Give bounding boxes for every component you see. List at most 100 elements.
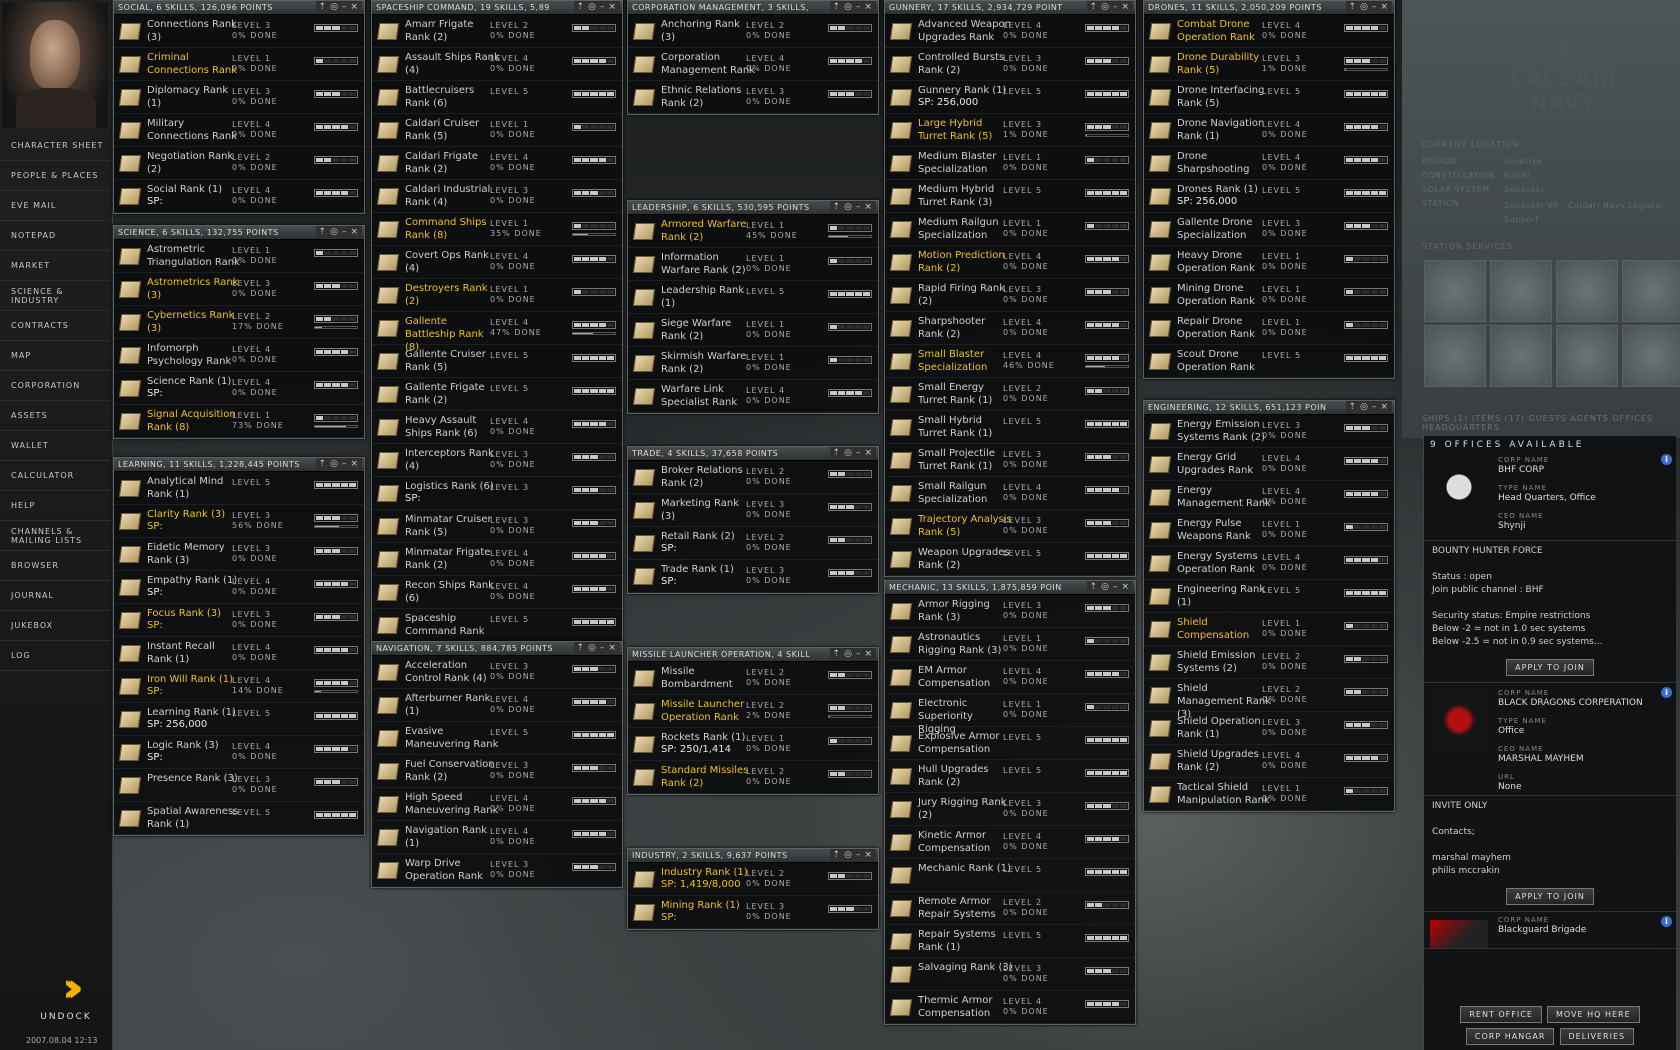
- close-icon[interactable]: ×: [864, 202, 876, 212]
- nav-item-corporation[interactable]: Corporation: [0, 371, 110, 401]
- pin-icon[interactable]: ⇡: [833, 448, 845, 458]
- skill-row[interactable]: Negotiation Rank (2) LEVEL 2 0% DONE: [114, 147, 364, 180]
- skill-row[interactable]: Small Projectile Turret Rank (1) LEVEL 30…: [885, 444, 1135, 477]
- window-title-bar[interactable]: GUNNERY, 17 SKILLS, 2,934,729 POINT ⇡◎–×: [885, 1, 1135, 15]
- close-icon[interactable]: ×: [1121, 2, 1133, 12]
- skill-row[interactable]: Warp Drive Operation Rank LEVEL 3 0% DONE: [372, 854, 622, 887]
- pin-icon[interactable]: ⇡: [1349, 2, 1361, 12]
- clone-service-icon[interactable]: [1490, 325, 1552, 387]
- pin-icon[interactable]: ⇡: [1090, 2, 1102, 12]
- window-title-bar[interactable]: CORPORATION MANAGEMENT, 3 SKILLS, ⇡◎–×: [628, 1, 878, 15]
- skill-row[interactable]: Trajectory Analysis Rank (5) LEVEL 3 0% DO…: [885, 510, 1135, 543]
- skill-row[interactable]: Acceleration Control Rank (4) LEVEL 3 0% D…: [372, 656, 622, 689]
- skill-row[interactable]: Destroyers Rank (2) LEVEL 1 0% DONE: [372, 279, 622, 312]
- nav-item-calculator[interactable]: Calculator: [0, 461, 110, 491]
- close-icon[interactable]: ×: [608, 2, 620, 12]
- apply-to-join-button[interactable]: APPLY TO JOIN: [1506, 888, 1594, 905]
- skill-row[interactable]: High Speed Maneuvering Rank LEVEL 4 0% DON…: [372, 788, 622, 821]
- close-icon[interactable]: ×: [864, 448, 876, 458]
- skill-row[interactable]: Energy Emission Systems Rank (2) LEVEL 30…: [1144, 415, 1394, 448]
- pin-icon[interactable]: ⇡: [319, 227, 331, 237]
- window-title-bar[interactable]: SPACESHIP COMMAND, 19 SKILLS, 5,89 ⇡◎–×: [372, 1, 622, 15]
- info-icon[interactable]: i: [1661, 454, 1672, 465]
- skill-row[interactable]: Criminal Connections Rank LEVEL 1 0% DONE: [114, 48, 364, 81]
- settings-icon[interactable]: ◎: [844, 448, 856, 458]
- character-portrait[interactable]: [2, 2, 108, 128]
- constellation-value[interactable]: Koichi: [1504, 171, 1531, 180]
- close-icon[interactable]: ×: [1121, 582, 1133, 592]
- skill-row[interactable]: Skirmish Warfare Rank (2) LEVEL 1 0% DONE: [628, 347, 878, 380]
- settings-icon[interactable]: ◎: [844, 2, 856, 12]
- nav-item-help[interactable]: Help: [0, 491, 110, 521]
- close-icon[interactable]: ×: [1380, 402, 1392, 412]
- skill-row[interactable]: Energy Systems Operation Rank LEVEL 4 0% D…: [1144, 547, 1394, 580]
- skill-row[interactable]: Minmatar Frigate Rank (2) LEVEL 4 0% DONE: [372, 543, 622, 576]
- skill-row[interactable]: Focus Rank (3) SP: LEVEL 3 0% DONE: [114, 604, 364, 637]
- skill-row[interactable]: Large Hybrid Turret Rank (5) LEVEL 3 1% DO…: [885, 114, 1135, 147]
- skill-row[interactable]: Scout Drone Operation Rank LEVEL 5: [1144, 345, 1394, 378]
- skill-row[interactable]: Energy Pulse Weapons Rank LEVEL 1 0% DONE: [1144, 514, 1394, 547]
- close-icon[interactable]: ×: [608, 643, 620, 653]
- skill-row[interactable]: Signal Acquisition Rank (8) LEVEL 1 73% DO…: [114, 405, 364, 438]
- insurance-service-icon[interactable]: [1556, 325, 1618, 387]
- nav-item-market[interactable]: Market: [0, 251, 110, 281]
- skill-row[interactable]: Shield Upgrades Rank (2) LEVEL 4 0% DONE: [1144, 745, 1394, 778]
- station-value[interactable]: Sobaseki VII - Caldari Navy Logistic Sup…: [1504, 199, 1674, 227]
- nav-item-notepad[interactable]: Notepad: [0, 221, 110, 251]
- nav-item-channels-mailing-lists[interactable]: Channels & Mailing Lists: [0, 521, 110, 551]
- station-tabs[interactable]: SHIPS (1) ITEMS (17) GUESTS AGENTS OFFIC…: [1422, 414, 1680, 432]
- skill-row[interactable]: Recon Ships Rank (6) LEVEL 4 0% DONE: [372, 576, 622, 609]
- skill-row[interactable]: Empathy Rank (1) SP: LEVEL 4 0% DONE: [114, 571, 364, 604]
- close-icon[interactable]: ×: [1380, 2, 1392, 12]
- pin-icon[interactable]: ⇡: [319, 2, 331, 12]
- settings-icon[interactable]: ◎: [844, 649, 856, 659]
- settings-icon[interactable]: ◎: [1360, 2, 1372, 12]
- skill-row[interactable]: Battlecruisers Rank (6) LEVEL 5: [372, 81, 622, 114]
- medical-service-icon[interactable]: [1622, 325, 1680, 387]
- skill-row[interactable]: Medium Hybrid Turret Rank (3) LEVEL 5: [885, 180, 1135, 213]
- skill-row[interactable]: Drones Rank (1) SP: 256,000 LEVEL 5: [1144, 180, 1394, 213]
- skill-row[interactable]: Evasive Maneuvering Rank LEVEL 5: [372, 722, 622, 755]
- skill-row[interactable]: Afterburner Rank (1) LEVEL 4 0% DONE: [372, 689, 622, 722]
- pin-icon[interactable]: ⇡: [319, 459, 331, 469]
- skill-row[interactable]: Military Connections Rank LEVEL 4 0% DONE: [114, 114, 364, 147]
- pin-icon[interactable]: ⇡: [577, 2, 589, 12]
- pin-icon[interactable]: ⇡: [833, 850, 845, 860]
- window-title-bar[interactable]: SOCIAL, 6 SKILLS, 126,096 POINTS ⇡◎–×: [114, 1, 364, 15]
- settings-icon[interactable]: ◎: [588, 2, 600, 12]
- nav-item-map[interactable]: Map: [0, 341, 110, 371]
- nav-item-browser[interactable]: Browser: [0, 551, 110, 581]
- skill-row[interactable]: Retail Rank (2) SP: LEVEL 2 0% DONE: [628, 527, 878, 560]
- skill-row[interactable]: Caldari Frigate Rank (2) LEVEL 4 0% DONE: [372, 147, 622, 180]
- skill-row[interactable]: Engineering Rank (1) LEVEL 5: [1144, 580, 1394, 613]
- undock-button[interactable]: ››› UNDOCK: [26, 968, 106, 1022]
- skill-row[interactable]: Connections Rank (3) LEVEL 3 0% DONE: [114, 15, 364, 48]
- skill-row[interactable]: Gallente Frigate Rank (2) LEVEL 5: [372, 378, 622, 411]
- pin-icon[interactable]: ⇡: [577, 643, 589, 653]
- repair-service-icon[interactable]: [1424, 260, 1486, 322]
- skill-row[interactable]: Energy Grid Upgrades Rank LEVEL 4 0% DONE: [1144, 448, 1394, 481]
- skill-row[interactable]: Advanced Weapon Upgrades Rank LEVEL 4 0% D…: [885, 15, 1135, 48]
- skill-row[interactable]: Kinetic Armor Compensation LEVEL 4 0% DONE: [885, 826, 1135, 859]
- close-icon[interactable]: ×: [864, 2, 876, 12]
- skill-row[interactable]: Remote Armor Repair Systems LEVEL 2 0% DON…: [885, 892, 1135, 925]
- skill-row[interactable]: Astrometrics Rank (3) LEVEL 3 0% DONE: [114, 273, 364, 306]
- skill-row[interactable]: Thermic Armor Compensation LEVEL 4 0% DONE: [885, 991, 1135, 1024]
- skill-row[interactable]: Combat Drone Operation Rank LEVEL 4 0% DON…: [1144, 15, 1394, 48]
- skill-row[interactable]: Cybernetics Rank (3) LEVEL 2 17% DONE: [114, 306, 364, 339]
- corp-entry-bhf[interactable]: i CORP NAME BHF CORP TYPE NAME Head Quar…: [1424, 450, 1676, 541]
- info-icon[interactable]: i: [1661, 687, 1672, 698]
- skill-row[interactable]: Explosive Armor Compensation LEVEL 5: [885, 727, 1135, 760]
- skill-row[interactable]: Diplomacy Rank (1) LEVEL 3 0% DONE: [114, 81, 364, 114]
- window-title-bar[interactable]: INDUSTRY, 2 SKILLS, 9,637 POINTS ⇡◎–×: [628, 849, 878, 863]
- close-icon[interactable]: ×: [350, 2, 362, 12]
- nav-item-eve-mail[interactable]: EVE Mail: [0, 191, 110, 221]
- market-service-icon[interactable]: [1622, 260, 1680, 322]
- skill-row[interactable]: Drone Durability Rank (5) LEVEL 3 1% DONE: [1144, 48, 1394, 81]
- skill-row[interactable]: EM Armor Compensation LEVEL 4 0% DONE: [885, 661, 1135, 694]
- skill-row[interactable]: Drone Sharpshooting LEVEL 4 0% DONE: [1144, 147, 1394, 180]
- window-title-bar[interactable]: MISSILE LAUNCHER OPERATION, 4 SKILL ⇡◎–×: [628, 648, 878, 662]
- deliveries-button[interactable]: DELIVERIES: [1559, 1028, 1635, 1045]
- skill-row[interactable]: Small Hybrid Turret Rank (1) LEVEL 5: [885, 411, 1135, 444]
- window-title-bar[interactable]: LEADERSHIP, 6 SKILLS, 530,595 POINTS ⇡◎–×: [628, 201, 878, 215]
